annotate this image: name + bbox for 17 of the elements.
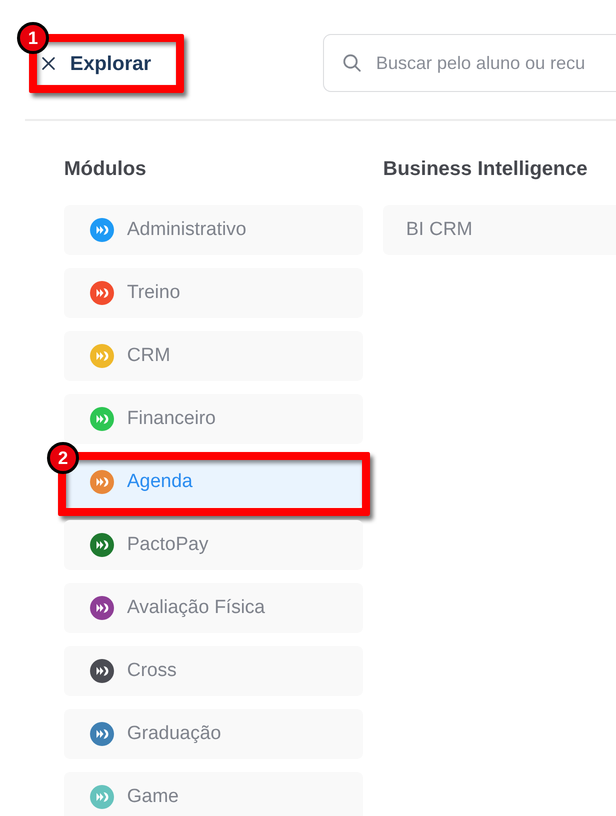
search-field[interactable]: Buscar pelo aluno ou recu: [323, 34, 616, 92]
section-heading: Business Intelligence: [383, 157, 589, 182]
step-badge: 2: [47, 442, 79, 474]
menu-item[interactable]: Game: [64, 772, 363, 816]
menu-item[interactable]: CRM: [64, 331, 363, 381]
menu-item[interactable]: Avaliação Física: [64, 583, 363, 633]
menu-item[interactable]: Administrativo: [64, 205, 363, 255]
menu-item[interactable]: Graduação: [64, 709, 363, 759]
search-icon: [343, 54, 361, 72]
menu-item[interactable]: Financeiro: [64, 394, 363, 444]
menu-item[interactable]: Treino: [64, 268, 363, 318]
step-badge: 1: [17, 22, 49, 54]
menu-item[interactable]: PactoPay: [64, 520, 363, 570]
menu-item[interactable]: Cross: [64, 646, 363, 696]
section-heading: Módulos: [64, 157, 148, 182]
close-icon: [42, 57, 55, 70]
menu-item[interactable]: BI CRM: [383, 205, 616, 255]
